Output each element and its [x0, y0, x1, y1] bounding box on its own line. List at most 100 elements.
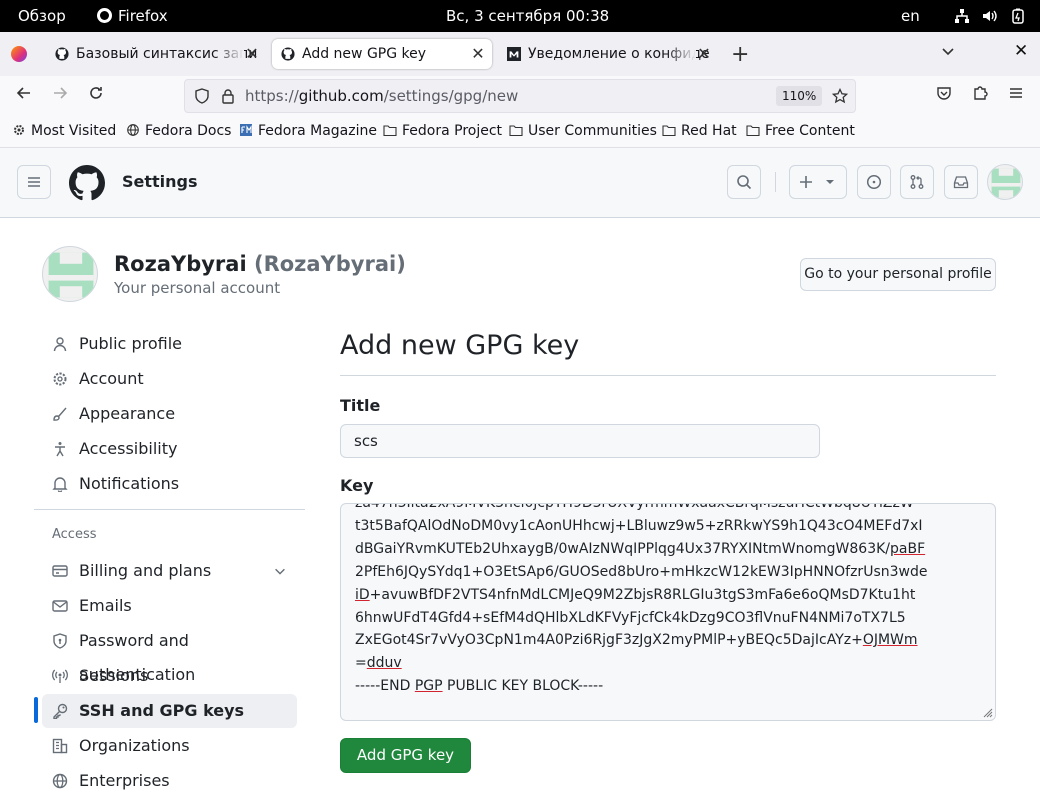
sidebar-item-label: Notifications	[79, 474, 180, 493]
sidebar-item-public-profile[interactable]: Public profile	[42, 327, 297, 361]
clock[interactable]: Вс, 3 сентября 00:38	[446, 0, 609, 32]
issues-button[interactable]	[857, 165, 891, 199]
organization-icon	[52, 738, 68, 754]
credit-card-icon	[52, 565, 68, 577]
url-bar[interactable]: https://github.com/settings/gpg/new 110%	[184, 79, 856, 113]
close-tab-icon[interactable]: ✕	[696, 39, 712, 69]
chevron-down-icon[interactable]	[273, 564, 287, 578]
folder-icon	[509, 125, 523, 136]
sidebar-item-label: Accessibility	[79, 439, 178, 458]
key-line: PUBLIC KEY BLOCK-----	[442, 678, 604, 695]
github-logo-icon[interactable]	[69, 165, 105, 201]
forward-button[interactable]	[48, 84, 72, 108]
issue-opened-icon	[866, 174, 882, 190]
sidebar-item-notifications[interactable]: Notifications	[42, 467, 297, 501]
activities-button[interactable]: Обзор	[18, 0, 66, 32]
inbox-icon	[953, 176, 969, 189]
sidebar-item-label: Public profile	[79, 334, 182, 353]
tab-list-button[interactable]	[940, 43, 956, 63]
display-name: RozaYbyrai	[114, 252, 247, 276]
close-tab-icon[interactable]: ✕	[470, 39, 486, 69]
bookmark-red-hat[interactable]: Red Hat	[662, 116, 737, 147]
tab-add-gpg-key[interactable]: Add new GPG key ✕	[272, 39, 492, 69]
folder-icon	[746, 125, 760, 136]
extensions-button[interactable]	[968, 84, 992, 108]
sidebar-item-appearance[interactable]: Appearance	[42, 397, 297, 431]
search-button[interactable]	[727, 165, 761, 199]
pocket-icon	[937, 87, 951, 100]
close-window-button[interactable]: ✕	[1014, 41, 1028, 61]
tab-basic-syntax[interactable]: Базовый синтаксис запи ✕	[46, 39, 266, 69]
firefox-view-icon[interactable]	[11, 46, 27, 62]
app-menu[interactable]: Firefox	[97, 0, 168, 32]
key-icon	[53, 703, 68, 719]
sidebar-item-enterprises[interactable]: Enterprises	[42, 764, 297, 798]
sidebar-item-ssh-gpg-keys[interactable]: SSH and GPG keys	[42, 694, 297, 728]
close-tab-icon[interactable]: ✕	[244, 39, 260, 69]
sidebar-item-account[interactable]: Account	[42, 362, 297, 396]
bookmark-free-content[interactable]: Free Content	[746, 116, 855, 147]
page-context-title[interactable]: Settings	[122, 172, 198, 191]
open-global-nav-button[interactable]	[17, 165, 51, 199]
bookmarks-toolbar: Most Visited Fedora Docs Fedora Magazine…	[0, 116, 1040, 148]
star-icon[interactable]	[832, 88, 848, 104]
pocket-button[interactable]	[932, 84, 956, 108]
sidebar-item-label: SSH and GPG keys	[79, 701, 245, 720]
sidebar-item-label: Enterprises	[79, 771, 170, 790]
bookmark-most-visited[interactable]: Most Visited	[12, 116, 116, 147]
sidebar-item-accessibility[interactable]: Accessibility	[42, 432, 297, 466]
bookmark-label: Fedora Docs	[145, 123, 232, 139]
person-icon	[53, 337, 67, 352]
key-line: t3t5BafQAlOdNoDM0vy1cAonUHhcwj+LBluwz9w5…	[355, 517, 923, 534]
resize-handle-icon[interactable]	[983, 708, 993, 718]
gear-icon	[53, 372, 67, 386]
key-line: 2PfEh6JQySYdq1+O3EtSAp6/GUOSed8bUro+mHkz…	[355, 563, 928, 580]
volume-icon	[982, 8, 998, 24]
app-name: Firefox	[118, 7, 168, 25]
bookmark-user-communities[interactable]: User Communities	[509, 116, 657, 147]
key-textarea[interactable]: za47h3Iita2xA9MVK3nci0jcpYH9D3rUXVyrmmWx…	[340, 503, 996, 721]
profile-name[interactable]: RozaYbyrai (RozaYbyrai)	[114, 252, 406, 276]
reload-button[interactable]	[84, 84, 108, 108]
key-line: 6hnwUFdT4Gfd4+sEfM4dQHlbXLdKFVyFjcfCk4kD…	[355, 609, 906, 626]
system-status-area[interactable]	[954, 0, 1026, 32]
avatar[interactable]	[42, 246, 98, 302]
gear-icon	[14, 125, 24, 135]
menu-button[interactable]	[1004, 84, 1028, 108]
sidebar-divider	[34, 509, 305, 510]
add-gpg-key-button[interactable]: Add GPG key	[340, 738, 471, 773]
sidebar-item-password-auth[interactable]: Password and authentication	[42, 624, 297, 684]
folder-icon	[383, 125, 397, 136]
title-input[interactable]: scs	[340, 424, 820, 458]
sidebar-item-label: Billing and plans	[79, 561, 212, 580]
bookmark-fedora-docs[interactable]: Fedora Docs	[126, 116, 231, 147]
new-tab-button[interactable]: +	[731, 42, 749, 67]
url-host: github.com	[298, 87, 384, 105]
inbox-button[interactable]	[944, 165, 978, 199]
lock-icon[interactable]	[220, 88, 236, 104]
key-field-label: Key	[340, 476, 374, 495]
pull-requests-button[interactable]	[900, 165, 934, 199]
key-line-misspelled: paBF	[890, 540, 926, 557]
bookmark-fedora-magazine[interactable]: Fedora Magazine	[239, 116, 377, 147]
user-avatar[interactable]	[987, 164, 1023, 200]
url-path: /settings/gpg/new	[383, 87, 519, 105]
zoom-indicator[interactable]: 110%	[776, 86, 823, 106]
url-text: https://github.com/settings/gpg/new	[245, 80, 518, 112]
back-button[interactable]	[12, 84, 36, 108]
sidebar-item-sessions[interactable]: Sessions	[42, 659, 297, 693]
tab-privacy-notice[interactable]: Уведомление о конфиде ✕	[498, 39, 718, 69]
sidebar-item-organizations[interactable]: Organizations	[42, 729, 297, 763]
key-line: =	[355, 655, 367, 672]
bookmark-fedora-project[interactable]: Fedora Project	[383, 116, 502, 147]
sidebar-item-emails[interactable]: Emails	[42, 589, 297, 623]
keyboard-layout[interactable]: en	[901, 0, 920, 32]
go-to-profile-button[interactable]: Go to your personal profile	[800, 258, 996, 291]
url-scheme: https://	[245, 87, 299, 105]
sidebar-item-billing[interactable]: Billing and plans	[42, 554, 297, 588]
shield-icon[interactable]	[194, 88, 210, 104]
shield-lock-icon	[53, 633, 67, 649]
key-line: za47h3Iita2xA9MVK3nci0jcpYH9D3rUXVyrmmWx…	[355, 503, 914, 511]
create-new-button[interactable]	[789, 165, 847, 199]
system-top-bar: Обзор Firefox Вс, 3 сентября 00:38 en	[0, 0, 1040, 32]
